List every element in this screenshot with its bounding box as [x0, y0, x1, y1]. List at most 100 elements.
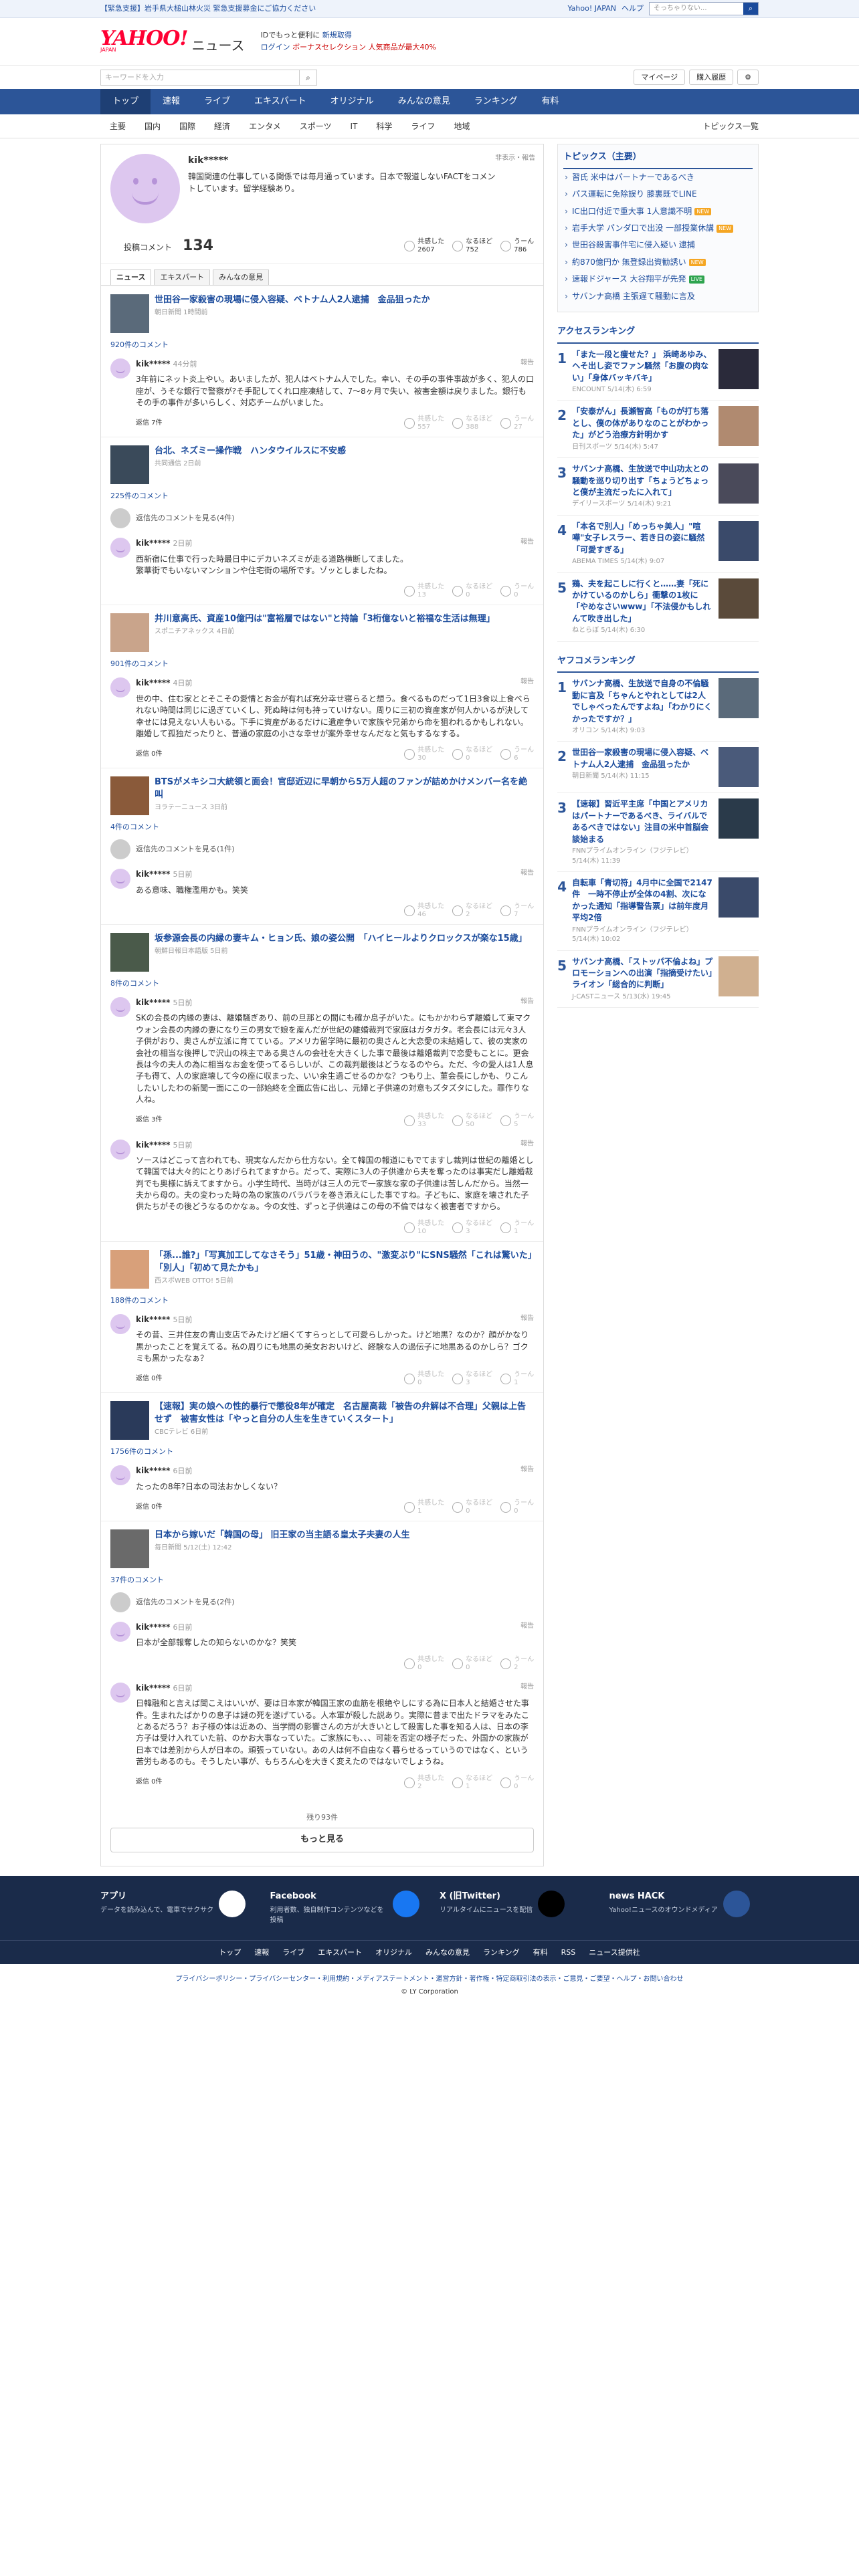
reaction-button[interactable]: 共感した 33 — [404, 1113, 444, 1129]
comment-user[interactable]: kik***** — [136, 998, 170, 1007]
reaction-button[interactable]: なるほど 3 — [452, 1220, 492, 1236]
app-link[interactable]: X (旧Twitter) リアルタイムにニュースを配信 — [440, 1891, 589, 1925]
reaction-button[interactable]: 共感した 0 — [404, 1656, 444, 1672]
facebook-icon[interactable] — [393, 1891, 419, 1918]
emergency-notice[interactable]: 【緊急支援】岩手県大槌山林火災 緊急支援募金にご協力ください — [100, 3, 316, 14]
topics-list-link[interactable]: トピックス一覧 — [702, 114, 759, 138]
topic-item[interactable]: 習氏 米中はパートナーであるべき — [558, 169, 758, 186]
comment-user[interactable]: kik***** — [136, 1466, 170, 1475]
rank-title[interactable]: 世田谷一家殺害の現場に侵入容疑、ベトナム人2人逮捕 金品狙ったか — [572, 747, 713, 770]
comment-user[interactable]: kik***** — [136, 359, 170, 368]
reaction-button[interactable]: なるほど 388 — [452, 415, 492, 431]
newshack-icon[interactable] — [723, 1891, 750, 1918]
gnav-expert[interactable]: エキスパート — [242, 89, 318, 114]
rank-thumbnail[interactable] — [719, 348, 759, 389]
rank-thumbnail[interactable] — [719, 798, 759, 839]
comment-user[interactable]: kik***** — [136, 869, 170, 879]
article-thumbnail[interactable] — [110, 294, 149, 333]
article-thumbnail[interactable] — [110, 613, 149, 653]
comments-count-link[interactable]: 4件のコメント — [101, 819, 543, 835]
cat-life[interactable]: ライフ — [401, 114, 444, 138]
reply-button[interactable]: 返信 0件 — [136, 750, 163, 760]
footer-nav-item[interactable]: みんなの意見 — [425, 1941, 470, 1964]
cat-local[interactable]: 地域 — [444, 114, 479, 138]
view-parent-comment[interactable]: 返信先のコメントを見る(1件) — [101, 835, 543, 863]
load-more-button[interactable]: もっと見る — [110, 1828, 535, 1853]
report-link[interactable]: 報告 — [520, 1314, 534, 1325]
article-thumbnail[interactable] — [110, 776, 149, 816]
tab-expert[interactable]: エキスパート — [154, 269, 211, 285]
report-link[interactable]: 報告 — [520, 1140, 534, 1151]
topic-title[interactable]: 岩手大学 パンダ口で出没 一部授業休講 — [572, 223, 714, 234]
gnav-breaking[interactable]: 速報 — [151, 89, 192, 114]
report-link[interactable]: 報告 — [520, 1683, 534, 1694]
hide-report-link[interactable]: 非表示・報告 — [495, 154, 535, 164]
news-search-box[interactable]: キーワードを入力 ⌕ — [100, 69, 317, 86]
report-link[interactable]: 報告 — [520, 1465, 534, 1477]
footer-nav-item[interactable]: エキスパート — [318, 1941, 362, 1964]
reply-button[interactable]: 返信 3件 — [136, 1115, 163, 1125]
ranking-item[interactable]: 1 サバンナ高橋、生放送で自身の不倫騒動に言及「ちゃんとやれとしては2人でしゃべっ… — [557, 673, 759, 742]
topic-item[interactable]: サバンナ高橋 主張遅て騒動に言及 — [558, 288, 758, 305]
reaction-button[interactable]: なるほど 0 — [452, 746, 492, 762]
article-title[interactable]: 坂参源会長の内縁の妻キム・ヒョン氏、娘の姿公開 「ハイヒールよりクロックスが楽な… — [155, 933, 527, 946]
rank-title[interactable]: 【速報】習近平主席「中国とアメリカはパートナーであるべき、ライバルであるべきでは… — [572, 798, 713, 845]
article-thumbnail[interactable] — [110, 445, 149, 485]
gnav-live[interactable]: ライブ — [192, 89, 242, 114]
footer-nav-item[interactable]: オリジナル — [375, 1941, 412, 1964]
help-link[interactable]: ヘルプ — [622, 3, 644, 14]
ranking-item[interactable]: 4 「本名で別人」「めっちゃ美人」"喧嘩"女子レスラー、若き日の姿に騒然「可愛すぎ… — [557, 516, 759, 573]
comments-count-link[interactable]: 1756件のコメント — [101, 1444, 543, 1460]
ranking-item[interactable]: 4 自転車「青切符」4月中に全国で2147件 一時不停止が全体の4割、次になかった… — [557, 872, 759, 951]
reaction-button[interactable]: うーん 5 — [500, 1113, 534, 1129]
ranking-item[interactable]: 5 鶏、夫を起こしに行くと……妻「死にかけているのかしら」衝撃の1枚に「やめなさい… — [557, 573, 759, 642]
app-link[interactable]: アプリ データを読み込んで、電車でサクサク — [100, 1891, 250, 1925]
comment-user[interactable]: kik***** — [136, 1140, 170, 1150]
rank-thumbnail[interactable] — [719, 956, 759, 996]
reaction-button[interactable]: なるほど 0 — [452, 1656, 492, 1672]
yahoo-japan-link[interactable]: Yahoo! JAPAN — [567, 3, 616, 14]
topic-item[interactable]: IC出口付近で重大事 1人意識不明NEW — [558, 203, 758, 220]
news-search-input[interactable]: キーワードを入力 — [101, 70, 299, 85]
article-thumbnail[interactable] — [110, 1401, 149, 1440]
x-icon[interactable] — [538, 1891, 565, 1918]
reaction-button[interactable]: うーん 2 — [500, 1656, 534, 1672]
report-link[interactable]: 報告 — [520, 677, 534, 689]
rank-thumbnail[interactable] — [719, 877, 759, 918]
reply-button[interactable]: 返信 7件 — [136, 419, 163, 429]
article-thumbnail[interactable] — [110, 933, 149, 972]
signup-link[interactable]: 新規取得 — [322, 31, 352, 39]
reaction-button[interactable]: 共感した 13 — [404, 583, 444, 599]
cat-economy[interactable]: 経済 — [205, 114, 240, 138]
reaction-button[interactable]: なるほど 3 — [452, 1371, 492, 1387]
article-title[interactable]: 【速報】実の娘への性的暴行で懲役8年が確定 名古屋高裁「被告の弁解は不合理」父親… — [155, 1401, 534, 1426]
report-link[interactable]: 報告 — [520, 997, 534, 1008]
search-icon[interactable]: ⌕ — [299, 70, 316, 85]
rank-thumbnail[interactable] — [719, 747, 759, 788]
reaction-button[interactable]: 共感した 557 — [404, 415, 444, 431]
ranking-item[interactable]: 2 世田谷一家殺害の現場に侵入容疑、ベトナム人2人逮捕 金品狙ったか 朝日新聞 5/… — [557, 742, 759, 794]
article-title[interactable]: 「孫...誰?」「写真加工してなさそう」51歳・神田うの、"激変ぶり"にSNS騒… — [155, 1250, 534, 1275]
reaction-button[interactable]: 共感した 2 — [404, 1775, 444, 1791]
gnav-top[interactable]: トップ — [100, 89, 151, 114]
reply-button[interactable]: 返信 0件 — [136, 1374, 163, 1384]
rank-thumbnail[interactable] — [719, 463, 759, 504]
topic-item[interactable]: 速報ドジャース 大谷翔平が先発LIVE — [558, 271, 758, 288]
cat-science[interactable]: 科学 — [367, 114, 401, 138]
web-search-input[interactable]: そっちゃりない... — [650, 3, 743, 15]
footer-nav-item[interactable]: トップ — [219, 1941, 241, 1964]
rank-title[interactable]: 「また一段と痩せた？」 浜崎あゆみ、ヘそ出し姿でファン騒然「お腹の肉ない」「身体… — [572, 349, 713, 384]
reply-button[interactable]: 返信 0件 — [136, 1503, 163, 1513]
comment-user[interactable]: kik***** — [136, 678, 170, 687]
app-link[interactable]: Facebook 利用者数、独自制作コンテンツなどを投稿 — [270, 1891, 419, 1925]
tab-opinion[interactable]: みんなの意見 — [213, 269, 270, 285]
mypage-button[interactable]: マイページ — [634, 69, 686, 86]
footer-nav-item[interactable]: 有料 — [533, 1941, 548, 1964]
comment-user[interactable]: kik***** — [136, 1622, 170, 1632]
topic-title[interactable]: IC出口付近で重大事 1人意識不明 — [572, 206, 692, 217]
reaction-button[interactable]: 共感した 1 — [404, 1499, 444, 1515]
cat-main[interactable]: 主要 — [100, 114, 135, 138]
gnav-paid[interactable]: 有料 — [529, 89, 571, 114]
reaction-button[interactable]: 共感した 0 — [404, 1371, 444, 1387]
reaction-button[interactable]: うーん 0 — [500, 1499, 534, 1515]
